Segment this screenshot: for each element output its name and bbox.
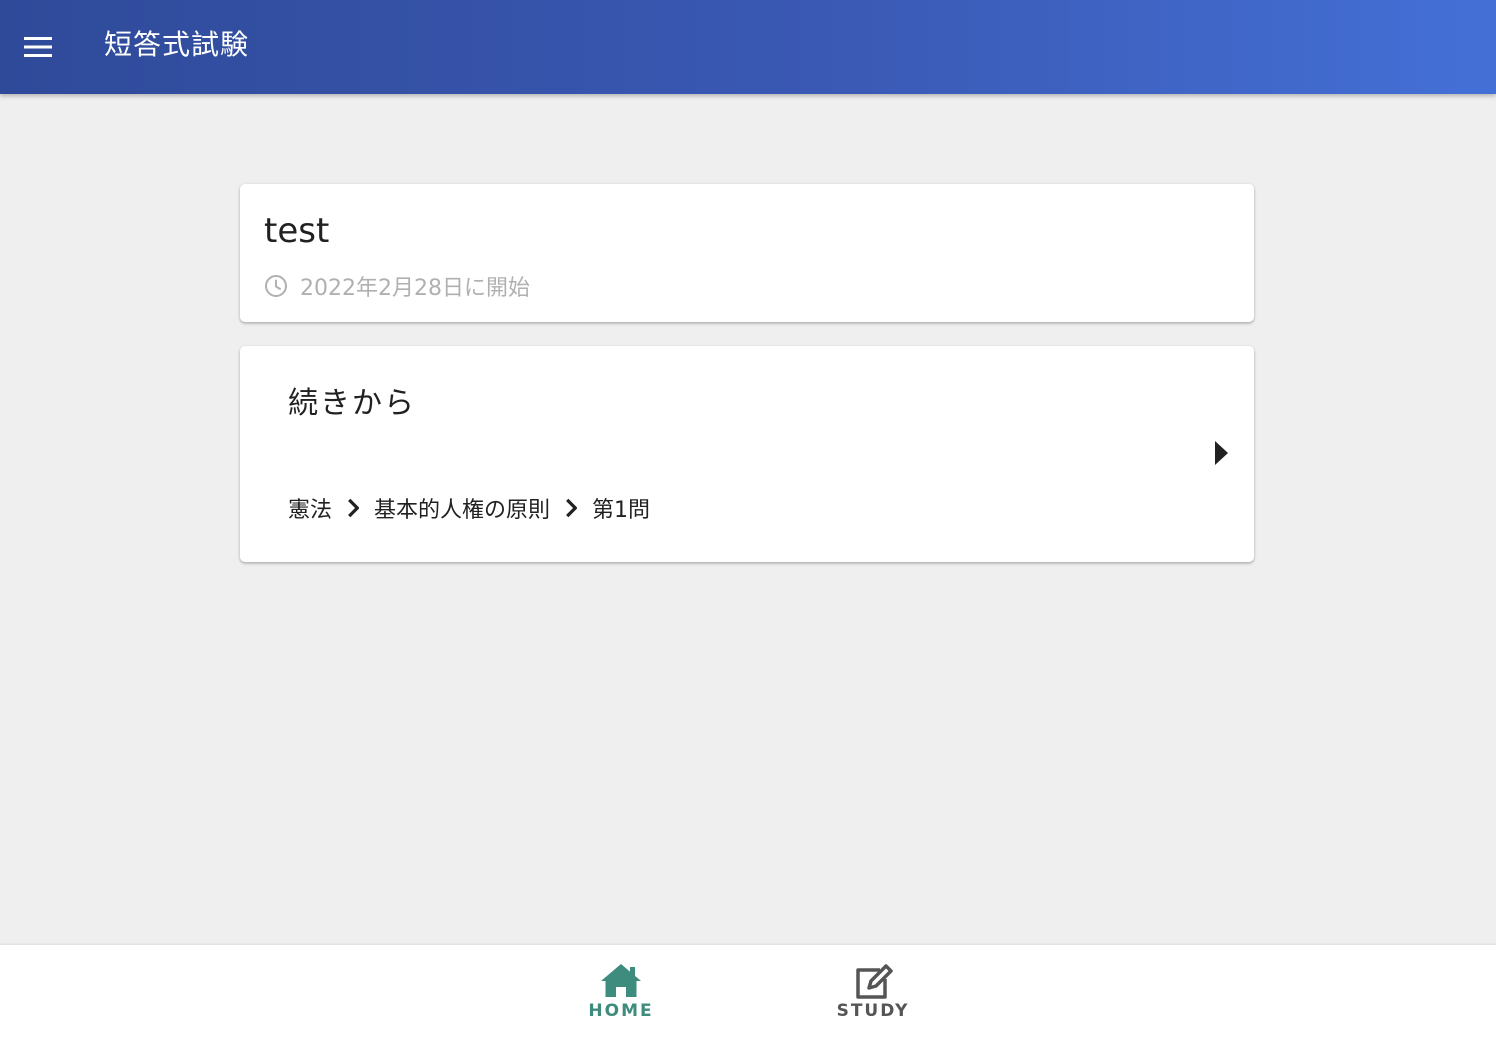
edit-icon	[856, 964, 893, 999]
continue-title: 続きから	[288, 386, 416, 421]
chevron-right-icon	[348, 498, 359, 518]
breadcrumb-subject: 憲法	[288, 498, 333, 523]
clock-icon	[265, 275, 287, 297]
course-card: test 2022年2月28日に開始	[240, 184, 1254, 322]
nav-home[interactable]: HOME	[551, 945, 691, 1050]
play-arrow-icon	[1215, 441, 1228, 465]
start-date: 2022年2月28日に開始	[264, 272, 530, 301]
breadcrumb-chapter: 基本的人権の原則	[374, 498, 551, 523]
menu-button[interactable]	[14, 23, 62, 71]
home-icon	[601, 964, 641, 997]
menu-icon	[24, 37, 52, 57]
breadcrumb-question: 第1問	[592, 498, 651, 523]
nav-study[interactable]: STUDY	[803, 945, 943, 1050]
course-name: test	[264, 211, 330, 251]
nav-home-label: HOME	[588, 1001, 654, 1021]
bottom-navigation: HOME STUDY	[0, 945, 1496, 1050]
app-title: 短答式試験	[104, 28, 250, 61]
app-bar: 短答式試験	[0, 0, 1496, 94]
start-date-text: 2022年2月28日に開始	[300, 276, 530, 301]
chevron-right-icon	[566, 498, 577, 518]
nav-study-label: STUDY	[836, 1001, 910, 1021]
breadcrumb: 憲法 基本的人権の原則 第1問	[288, 492, 650, 524]
continue-card[interactable]: 続きから 憲法 基本的人権の原則 第1問	[240, 346, 1254, 562]
